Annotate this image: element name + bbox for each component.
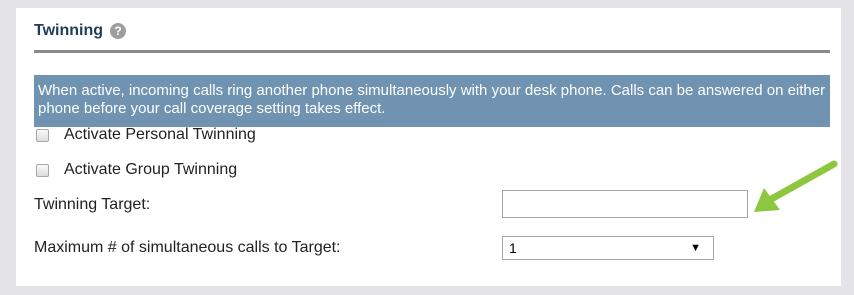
max-calls-label: Maximum # of simultaneous calls to Targe… <box>34 239 341 256</box>
personal-twinning-label: Activate Personal Twinning <box>64 126 256 143</box>
max-calls-select[interactable]: 1 ▼ <box>502 236 714 260</box>
twinning-target-input[interactable] <box>502 190 748 218</box>
group-twinning-label: Activate Group Twinning <box>64 161 238 178</box>
arrow-pointer-icon <box>754 160 838 212</box>
twinning-target-label: Twinning Target: <box>34 196 151 213</box>
personal-twinning-checkbox[interactable] <box>36 128 49 142</box>
max-calls-value: 1 <box>509 240 517 256</box>
group-twinning-checkbox[interactable] <box>36 163 49 177</box>
info-banner: When active, incoming calls ring another… <box>34 75 830 127</box>
group-twinning-option[interactable]: Activate Group Twinning <box>36 161 237 179</box>
section-title: Twinning <box>34 22 104 39</box>
help-icon[interactable]: ? <box>110 23 127 39</box>
chevron-down-icon: ▼ <box>690 242 701 254</box>
section-header: Twinning ? <box>34 16 127 46</box>
twinning-panel: Twinning ? When active, incoming calls r… <box>16 8 841 286</box>
personal-twinning-option[interactable]: Activate Personal Twinning <box>36 126 256 144</box>
header-divider <box>34 50 830 53</box>
